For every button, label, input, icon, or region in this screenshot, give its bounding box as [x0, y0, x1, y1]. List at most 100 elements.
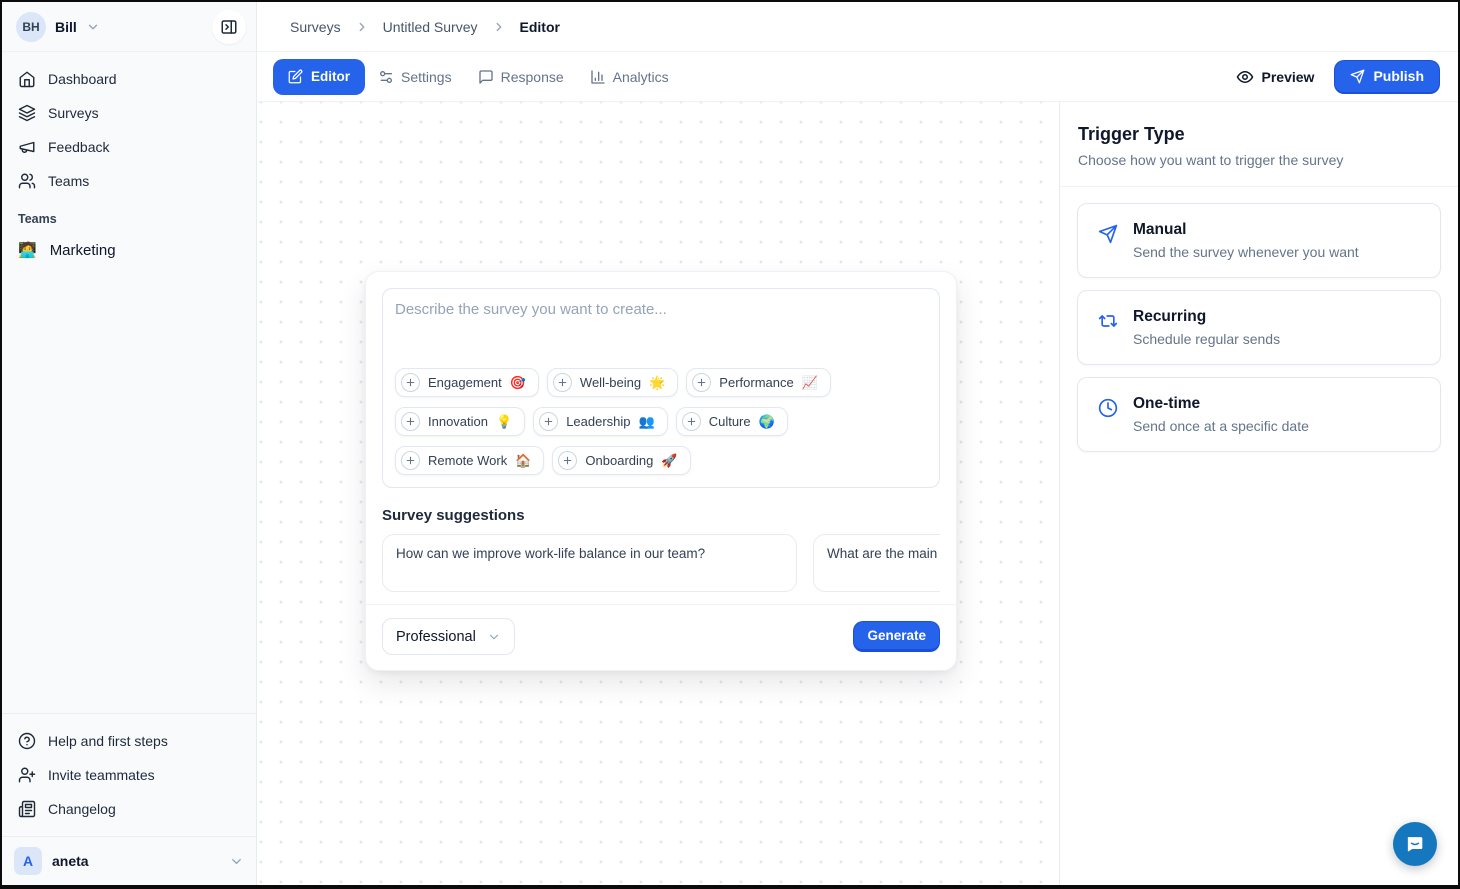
chip-label: Well-being — [580, 375, 641, 390]
home-icon — [18, 70, 36, 88]
send-icon — [1350, 69, 1365, 84]
settings-sliders-icon — [378, 69, 394, 85]
workspace-name: Bill — [55, 19, 77, 35]
chat-launcher-button[interactable] — [1393, 822, 1437, 866]
trigger-option-description: Schedule regular sends — [1133, 331, 1280, 347]
eye-icon — [1236, 68, 1254, 86]
chip-label: Engagement — [428, 375, 502, 390]
account-name: aneta — [52, 853, 89, 869]
globe-emoji-icon: 🌍 — [759, 414, 775, 430]
tab-editor[interactable]: Editor — [273, 59, 365, 95]
chip-innovation[interactable]: Innovation 💡 — [395, 407, 525, 436]
chevron-right-icon — [492, 20, 506, 34]
editor-canvas[interactable]: Engagement 🎯 Well-being 🌟 Performance 📈 — [257, 102, 1059, 885]
sidebar-item-label: Dashboard — [48, 71, 117, 87]
tone-value: Professional — [396, 629, 476, 645]
sidebar-item-surveys[interactable]: Surveys — [10, 96, 248, 130]
trigger-option-one-time[interactable]: One-time Send once at a specific date — [1077, 377, 1441, 452]
preview-label: Preview — [1262, 69, 1315, 85]
users-icon — [18, 172, 36, 190]
chip-remote-work[interactable]: Remote Work 🏠 — [395, 446, 544, 475]
chevron-right-icon — [355, 20, 369, 34]
tone-select[interactable]: Professional — [382, 618, 515, 655]
account-menu[interactable]: A aneta — [2, 836, 256, 885]
chevron-down-icon — [487, 630, 501, 644]
sidebar-item-dashboard[interactable]: Dashboard — [10, 62, 248, 96]
tab-label: Response — [501, 69, 564, 85]
workspace-switcher[interactable]: BH Bill — [2, 2, 256, 52]
sidebar-spacer — [2, 268, 256, 713]
chip-well-being[interactable]: Well-being 🌟 — [547, 368, 678, 397]
breadcrumb-surveys[interactable]: Surveys — [290, 19, 341, 35]
suggestions-title: Survey suggestions — [382, 507, 940, 524]
sidebar-item-label: Teams — [48, 173, 89, 189]
plus-icon — [401, 451, 420, 470]
sidebar-section-teams-label: Teams — [2, 198, 256, 232]
chart-up-emoji-icon: 📈 — [802, 375, 818, 391]
sidebar-item-label: Invite teammates — [48, 767, 155, 783]
trigger-options: Manual Send the survey whenever you want… — [1060, 187, 1458, 468]
sidebar-nav: Dashboard Surveys Feedback Teams — [2, 52, 256, 198]
chevron-down-icon — [86, 20, 100, 34]
trigger-option-description: Send once at a specific date — [1133, 418, 1309, 434]
plus-icon — [692, 373, 711, 392]
tab-analytics[interactable]: Analytics — [577, 59, 682, 95]
sidebar-item-invite[interactable]: Invite teammates — [10, 758, 248, 792]
sidebar-item-changelog[interactable]: Changelog — [10, 792, 248, 826]
panel-title: Trigger Type — [1078, 124, 1440, 145]
dart-emoji-icon: 🎯 — [510, 375, 526, 391]
message-square-icon — [478, 69, 494, 85]
generator-footer: Professional Generate — [366, 604, 956, 670]
star-emoji-icon: 🌟 — [649, 375, 665, 391]
clock-icon — [1098, 398, 1118, 418]
sidebar-item-help[interactable]: Help and first steps — [10, 724, 248, 758]
sidebar: BH Bill Dashboard Surveys — [2, 2, 257, 885]
newspaper-icon — [18, 800, 36, 818]
suggestion-card[interactable]: How can we improve work-life balance in … — [382, 534, 797, 592]
suggestion-card[interactable]: What are the main ob — [813, 534, 940, 592]
tab-settings[interactable]: Settings — [365, 59, 465, 95]
breadcrumb-untitled-survey[interactable]: Untitled Survey — [383, 19, 478, 35]
tab-response[interactable]: Response — [465, 59, 577, 95]
panel-subtitle: Choose how you want to trigger the surve… — [1078, 152, 1440, 168]
plus-icon — [539, 412, 558, 431]
plus-icon — [553, 373, 572, 392]
chip-culture[interactable]: Culture 🌍 — [676, 407, 788, 436]
trigger-option-text: Manual Send the survey whenever you want — [1133, 221, 1359, 260]
chip-label: Innovation — [428, 414, 488, 429]
tab-label: Editor — [311, 69, 350, 84]
sidebar-item-teams[interactable]: Teams — [10, 164, 248, 198]
send-icon — [1098, 224, 1118, 244]
chip-label: Leadership — [566, 414, 630, 429]
sidebar-toggle-button[interactable] — [212, 10, 246, 44]
trigger-option-recurring[interactable]: Recurring Schedule regular sends — [1077, 290, 1441, 365]
tab-label: Settings — [401, 69, 452, 85]
panel-header: Trigger Type Choose how you want to trig… — [1060, 102, 1458, 187]
sidebar-item-label: Changelog — [48, 801, 116, 817]
trigger-option-description: Send the survey whenever you want — [1133, 244, 1359, 260]
chip-leadership[interactable]: Leadership 👥 — [533, 407, 668, 436]
suggestions-row: How can we improve work-life balance in … — [382, 534, 940, 592]
editor-toolbar: Editor Settings Response Analytics — [257, 52, 1458, 102]
plus-icon — [401, 373, 420, 392]
panel-right-icon — [220, 18, 238, 36]
preview-button[interactable]: Preview — [1236, 68, 1315, 86]
sidebar-item-feedback[interactable]: Feedback — [10, 130, 248, 164]
publish-button[interactable]: Publish — [1334, 60, 1440, 94]
chip-engagement[interactable]: Engagement 🎯 — [395, 368, 539, 397]
chip-performance[interactable]: Performance 📈 — [686, 368, 831, 397]
bulb-emoji-icon: 💡 — [496, 414, 512, 430]
trigger-option-manual[interactable]: Manual Send the survey whenever you want — [1077, 203, 1441, 278]
app-window: BH Bill Dashboard Surveys — [2, 2, 1458, 885]
sidebar-footer-nav: Help and first steps Invite teammates Ch… — [2, 713, 256, 836]
plus-icon — [558, 451, 577, 470]
chip-onboarding[interactable]: Onboarding 🚀 — [552, 446, 690, 475]
breadcrumb-editor: Editor — [520, 19, 560, 35]
plus-icon — [682, 412, 701, 431]
survey-description-input[interactable] — [395, 301, 927, 368]
busts-emoji-icon: 👥 — [639, 414, 655, 430]
team-name: Marketing — [50, 242, 116, 259]
prompt-box[interactable]: Engagement 🎯 Well-being 🌟 Performance 📈 — [382, 288, 940, 488]
sidebar-item-marketing[interactable]: 🧑‍💻 Marketing — [2, 232, 256, 268]
generate-button[interactable]: Generate — [853, 621, 940, 652]
